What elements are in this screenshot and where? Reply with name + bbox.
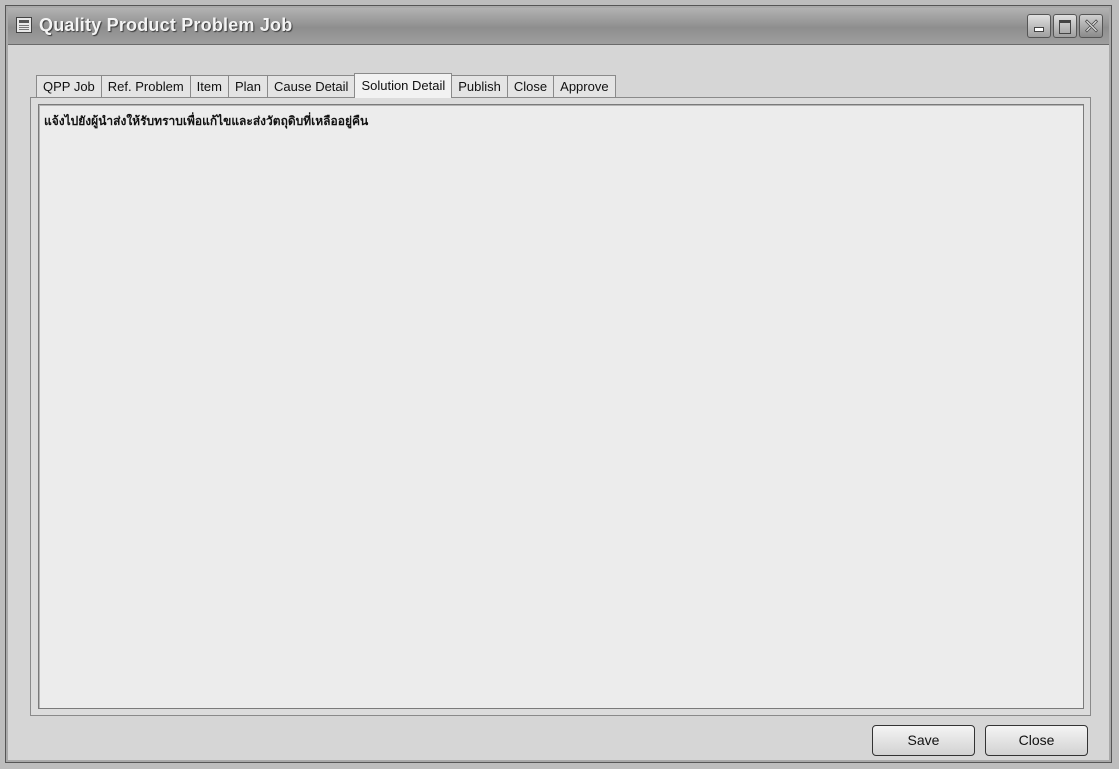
tab-close[interactable]: Close [506, 75, 555, 97]
tab-ref-problem[interactable]: Ref. Problem [100, 75, 191, 97]
app-icon[interactable] [16, 17, 32, 33]
close-button[interactable]: Close [985, 725, 1088, 756]
window-title: Quality Product Problem Job [39, 15, 293, 35]
window-controls [1027, 14, 1103, 38]
tab-solution-detail[interactable]: Solution Detail [354, 73, 453, 98]
tab-cause-detail[interactable]: Cause Detail [267, 75, 356, 97]
maximize-icon[interactable] [1053, 14, 1077, 38]
solution-detail-textarea[interactable]: แจ้งไปยังผู้นำส่งให้รับทราบเพื่อแก้ไขและ… [38, 104, 1084, 709]
title-bar[interactable]: Quality Product Problem Job [8, 8, 1109, 45]
tab-qpp-job[interactable]: QPP Job [36, 75, 102, 97]
save-button[interactable]: Save [872, 725, 975, 756]
tab-plan[interactable]: Plan [227, 75, 268, 97]
minimize-icon[interactable] [1027, 14, 1051, 38]
tab-item[interactable]: Item [189, 75, 229, 97]
solution-detail-panel: แจ้งไปยังผู้นำส่งให้รับทราบเพื่อแก้ไขและ… [30, 97, 1091, 716]
tab-publish[interactable]: Publish [451, 75, 508, 97]
close-window-icon[interactable] [1079, 14, 1103, 38]
tab-strip: QPP Job Ref. Problem Item Plan Cause Det… [36, 73, 616, 98]
tab-approve[interactable]: Approve [553, 75, 616, 97]
solution-detail-text: แจ้งไปยังผู้นำส่งให้รับทราบเพื่อแก้ไขและ… [44, 114, 369, 128]
